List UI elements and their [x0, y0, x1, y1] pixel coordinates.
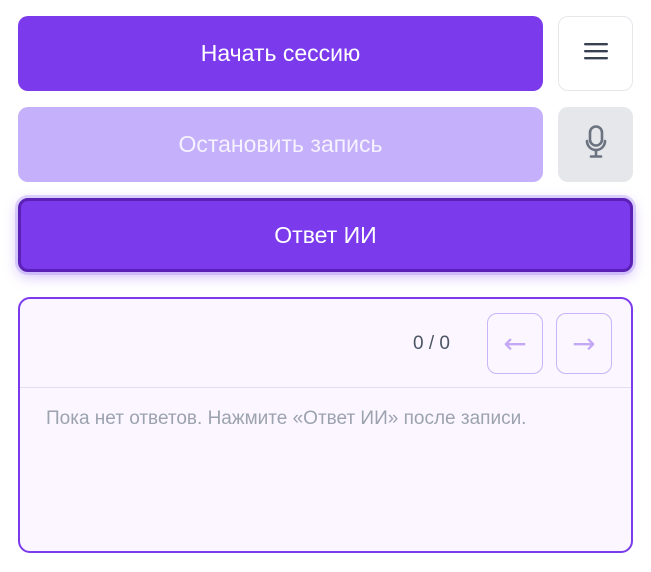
arrow-left-icon: ←: [503, 327, 527, 360]
ai-answer-button[interactable]: Ответ ИИ: [18, 198, 633, 272]
microphone-button[interactable]: [558, 107, 633, 182]
app-root: Начать сессию Остановить запись Ответ ИИ…: [0, 0, 651, 572]
next-answer-button[interactable]: →: [556, 313, 612, 374]
previous-answer-button[interactable]: ←: [487, 313, 543, 374]
answer-counter: 0 / 0: [413, 333, 450, 354]
stop-recording-button[interactable]: Остановить запись: [18, 107, 543, 182]
empty-answers-message: Пока нет ответов. Нажмите «Ответ ИИ» пос…: [46, 408, 527, 429]
answers-panel-header: 0 / 0 ← →: [20, 299, 631, 388]
menu-icon: [583, 41, 608, 66]
answers-panel: 0 / 0 ← → Пока нет ответов. Нажмите «Отв…: [18, 297, 633, 553]
arrow-right-icon: →: [572, 327, 596, 360]
menu-button[interactable]: [558, 16, 633, 91]
microphone-icon: [585, 125, 607, 164]
start-session-button[interactable]: Начать сессию: [18, 16, 543, 91]
